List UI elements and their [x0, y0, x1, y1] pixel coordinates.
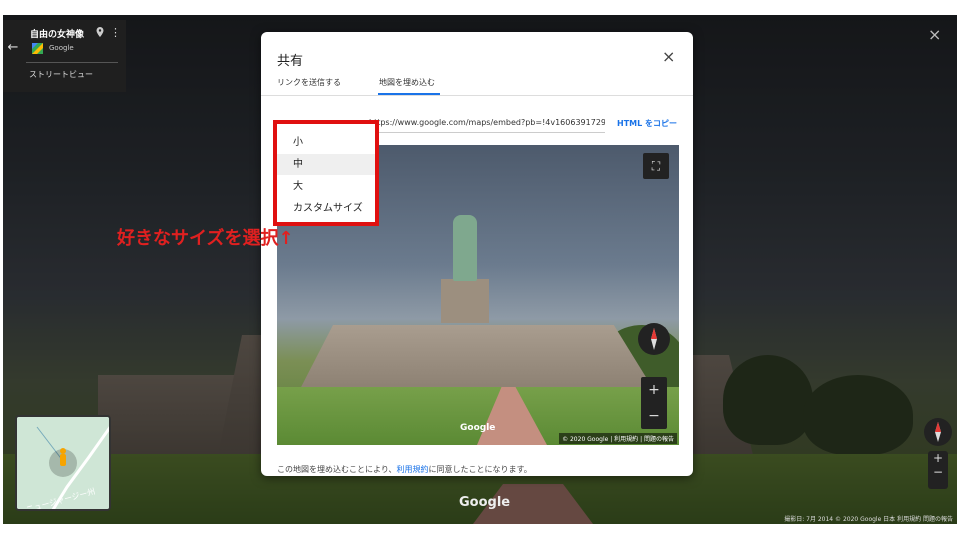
google-watermark: Google [460, 423, 496, 433]
preview-statue [453, 215, 477, 281]
divider [26, 62, 118, 63]
field-underline [369, 132, 605, 133]
view-type-label: ストリートビュー [29, 70, 93, 79]
share-dialog: 共有 × リンクを送信する 地図を埋め込む https://www.google… [261, 32, 693, 476]
dialog-title: 共有 [277, 54, 304, 69]
zoom-out-button[interactable]: − [928, 465, 948, 479]
zoom-out-button[interactable]: − [641, 403, 667, 429]
preview-pedestal [441, 279, 489, 323]
embed-code-field[interactable]: https://www.google.com/maps/embed?pb=!4v… [369, 118, 605, 127]
source-label: Google [49, 44, 74, 52]
back-arrow-icon[interactable]: ← [5, 40, 21, 64]
close-icon[interactable]: × [662, 47, 675, 66]
terms-suffix: に同意したことになります。 [428, 465, 532, 474]
place-title: 自由の女神像 [30, 30, 85, 40]
pegman-icon[interactable] [57, 447, 69, 469]
size-option-small[interactable]: 小 [277, 132, 375, 153]
place-card: ← 自由の女神像 ⋮ Google ストリートビュー [3, 20, 126, 92]
close-icon[interactable]: × [928, 27, 942, 43]
size-dropdown-menu: 小 中 大 カスタムサイズ [273, 120, 379, 226]
google-watermark: Google [459, 495, 511, 510]
fullscreen-icon[interactable]: ⛶ [643, 153, 669, 179]
annotation-text: 好きなサイズを選択↑ [117, 228, 294, 249]
zoom-control: + − [641, 377, 667, 429]
zoom-in-button[interactable]: + [928, 451, 948, 465]
zoom-in-button[interactable]: + [641, 377, 667, 403]
size-option-custom[interactable]: カスタムサイズ [277, 198, 375, 219]
copy-html-button[interactable]: HTML をコピー [617, 118, 677, 129]
tab-send-link[interactable]: リンクを送信する [277, 77, 341, 88]
terms-link[interactable]: 利用規約 [397, 465, 429, 474]
size-option-medium[interactable]: 中 [277, 154, 375, 175]
terms-notice: この地図を埋め込むことにより、利用規約に同意したことになります。 [277, 464, 532, 475]
size-option-large[interactable]: 大 [277, 176, 375, 197]
google-maps-icon [32, 43, 43, 54]
preview-footer: © 2020 Google | 利用規約 | 問題の報告 [559, 433, 677, 444]
map-footer: 撮影日: 7月 2014 © 2020 Google 日本 利用規約 問題の報告 [784, 516, 953, 523]
tab-embed-map[interactable]: 地図を埋め込む [379, 77, 435, 88]
terms-prefix: この地図を埋め込むことにより、 [277, 465, 397, 474]
more-options-icon[interactable]: ⋮ [110, 26, 121, 39]
divider [261, 95, 693, 96]
minimap[interactable]: ニュージャージー州 [15, 415, 111, 511]
zoom-control: + − [928, 451, 948, 489]
preview-fort [297, 325, 657, 395]
compass-icon[interactable] [638, 323, 670, 355]
compass-icon[interactable] [924, 418, 952, 446]
location-pin-icon[interactable] [96, 27, 104, 37]
